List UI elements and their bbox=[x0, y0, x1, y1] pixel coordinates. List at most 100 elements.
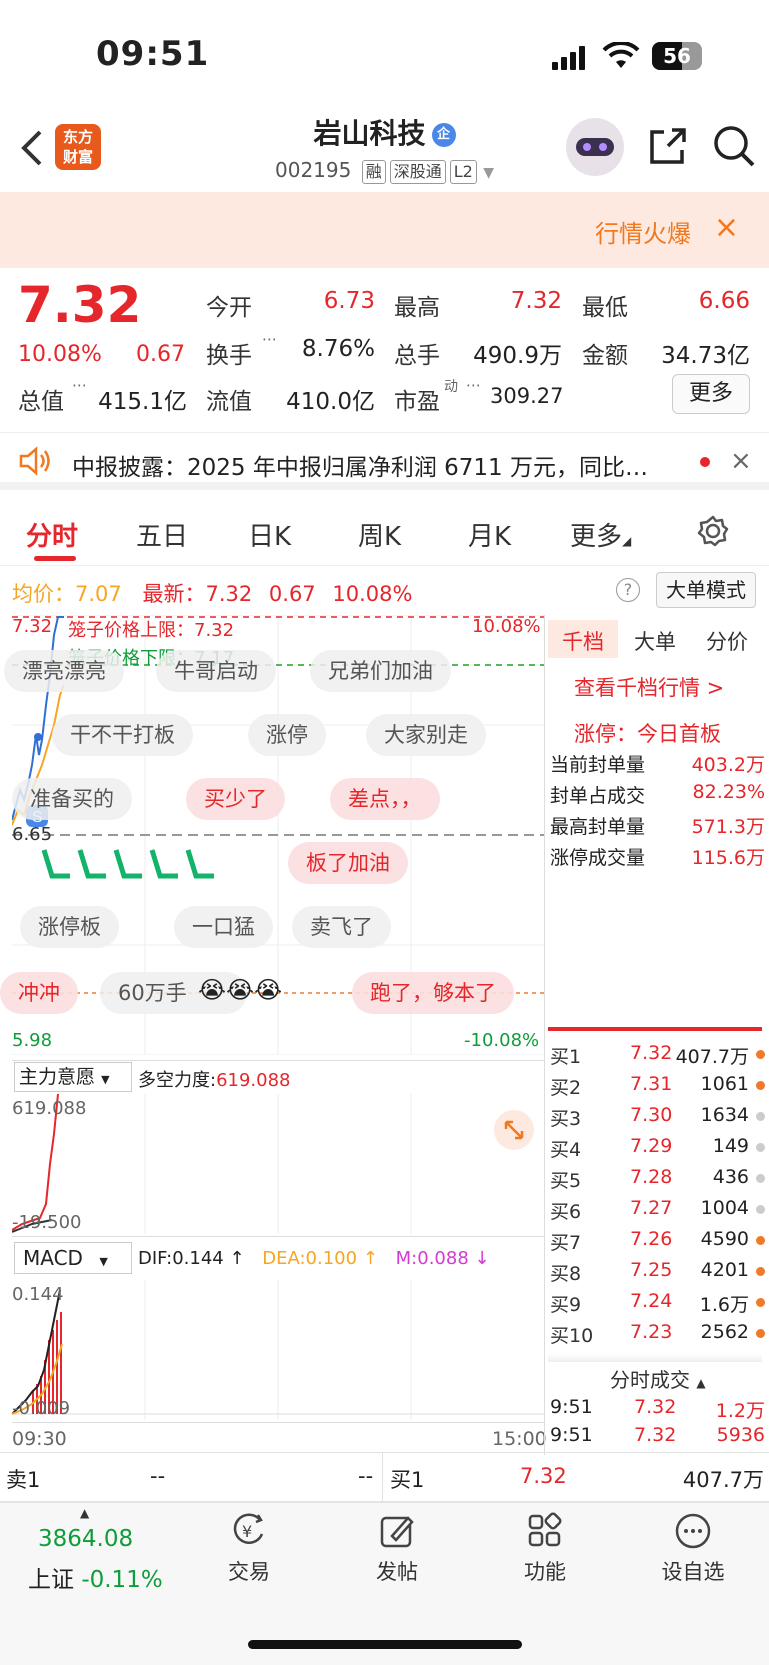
news-close-icon[interactable]: × bbox=[730, 446, 752, 476]
pe-label: 市盈 bbox=[394, 389, 440, 415]
info-icon[interactable]: ⋯ bbox=[262, 330, 277, 348]
info-icon[interactable]: ⋯ bbox=[466, 376, 481, 394]
side-tab-big-order[interactable]: 大单 bbox=[634, 626, 676, 656]
tab-more[interactable]: 更多◢ bbox=[570, 516, 631, 553]
expand-icon[interactable] bbox=[494, 1110, 534, 1150]
buy-level-row[interactable]: 买5 7.28 436 bbox=[550, 1166, 765, 1195]
settings-gear-icon[interactable] bbox=[696, 514, 730, 548]
trade-volume: 1.2万 bbox=[715, 1400, 765, 1422]
level-volume: 1634 bbox=[700, 1104, 749, 1126]
index-summary[interactable]: 上证 -0.11% bbox=[28, 1560, 163, 1594]
level-label: 买9 bbox=[550, 1294, 582, 1316]
tab-monthly-k[interactable]: 月K bbox=[468, 516, 511, 553]
tab-weekly-k[interactable]: 周K bbox=[358, 516, 401, 553]
stock-name: 岩山科技 bbox=[313, 117, 426, 150]
nav-trade[interactable]: ¥ 交易 bbox=[204, 1512, 294, 1586]
cage-upper-label: 笼子价格上限：7.32 bbox=[68, 620, 235, 641]
change-amount: 0.67 bbox=[136, 342, 185, 367]
big-order-mode-button[interactable]: 大单模式 bbox=[656, 572, 756, 608]
side-tab-thousand[interactable]: 千档 bbox=[562, 626, 604, 656]
avg-label: 均价： bbox=[12, 582, 75, 606]
fengban-label: 当前封单量 bbox=[550, 754, 646, 776]
assistant-robot-icon[interactable] bbox=[566, 118, 624, 176]
nav-functions[interactable]: 功能 bbox=[500, 1512, 590, 1586]
level-price: 7.27 bbox=[630, 1197, 673, 1219]
banner-text: 行情火爆 bbox=[595, 220, 691, 248]
indicator-select[interactable]: 主力意愿 ▼ bbox=[14, 1062, 132, 1092]
market-cap-label: 总值 bbox=[18, 389, 64, 415]
comment-bubble[interactable]: 牛哥启动 bbox=[156, 650, 276, 692]
emoji-bubble[interactable] bbox=[40, 846, 230, 880]
level-label: 买10 bbox=[550, 1325, 594, 1347]
comment-bubble[interactable]: 干不干打板 bbox=[52, 714, 193, 756]
comment-bubble[interactable]: 板了加油 bbox=[288, 842, 408, 884]
macd-chart[interactable] bbox=[12, 1280, 544, 1420]
level-dot-icon bbox=[756, 1298, 765, 1307]
indicator-chart[interactable] bbox=[12, 1094, 544, 1234]
pct-axis-bottom: -10.08% bbox=[464, 1030, 540, 1051]
buy-level-row[interactable]: 买2 7.31 1061 bbox=[550, 1073, 765, 1102]
battery-icon: 56 bbox=[652, 42, 702, 70]
time-axis-end: 15:00 bbox=[492, 1428, 547, 1450]
level-volume: 149 bbox=[712, 1135, 749, 1157]
level-price: 7.28 bbox=[630, 1166, 673, 1188]
open-value: 6.73 bbox=[323, 288, 375, 314]
buy-level-row[interactable]: 买7 7.26 4590 bbox=[550, 1228, 765, 1257]
current-price: 7.32 bbox=[18, 276, 142, 334]
comment-bubble[interactable]: 一口猛 bbox=[174, 906, 273, 948]
level-volume: 4201 bbox=[700, 1259, 749, 1281]
level-label: 买1 bbox=[550, 1046, 582, 1068]
turnover-label: 换手 bbox=[206, 343, 252, 369]
comment-bubble[interactable]: 涨停 bbox=[248, 714, 326, 756]
level-volume: 407.7万 bbox=[675, 1046, 749, 1068]
news-text[interactable]: 中报披露：2025 年中报归属净利润 6711 万元，同比… bbox=[72, 448, 648, 482]
tab-daily-k[interactable]: 日K bbox=[248, 516, 291, 553]
tab-intraday[interactable]: 分时 bbox=[26, 516, 78, 553]
dropdown-icon: ▼ bbox=[101, 1073, 110, 1086]
expand-up-icon[interactable]: ▲ bbox=[80, 1506, 89, 1520]
search-icon[interactable] bbox=[712, 124, 756, 168]
level-label: 买2 bbox=[550, 1077, 582, 1099]
buy-level-row[interactable]: 买8 7.25 4201 bbox=[550, 1259, 765, 1288]
buy1-price: 7.32 bbox=[520, 1464, 567, 1488]
macd-select[interactable]: MACD ▼ bbox=[14, 1242, 132, 1274]
view-thousand-link[interactable]: 查看千档行情 > bbox=[574, 672, 724, 702]
comment-bubble[interactable]: 卖飞了 bbox=[292, 906, 391, 948]
buy-level-row[interactable]: 买1 7.32 407.7万 bbox=[550, 1042, 765, 1071]
comment-bubble[interactable]: 漂亮漂亮 bbox=[4, 650, 124, 692]
trade-volume: 5936 bbox=[716, 1424, 765, 1446]
comment-bubble[interactable]: 准备买的 bbox=[12, 778, 132, 820]
trades-title[interactable]: 分时成交 ▲ bbox=[610, 1364, 706, 1393]
latest-pct: 10.08% bbox=[332, 582, 413, 606]
level-volume: 436 bbox=[712, 1166, 749, 1188]
banner-close-icon[interactable]: × bbox=[714, 210, 739, 245]
buy-level-row[interactable]: 买6 7.27 1004 bbox=[550, 1197, 765, 1226]
help-icon[interactable]: ? bbox=[616, 578, 640, 602]
macd-axis-bottom: -0.009 bbox=[12, 1398, 71, 1419]
comment-bubble[interactable]: 差点，， bbox=[330, 778, 440, 820]
comment-bubble[interactable]: 大家别走 bbox=[366, 714, 486, 756]
nav-post[interactable]: 发帖 bbox=[352, 1512, 442, 1586]
volume-label: 总手 bbox=[394, 343, 440, 369]
comment-bubble[interactable]: 买少了 bbox=[186, 778, 285, 820]
share-icon[interactable] bbox=[646, 124, 690, 168]
buy-level-row[interactable]: 买9 7.24 1.6万 bbox=[550, 1290, 765, 1319]
nav-watchlist[interactable]: 设自选 bbox=[648, 1512, 738, 1586]
more-quote-button[interactable]: 更多 bbox=[672, 374, 750, 414]
green-checkmarks-icon bbox=[41, 849, 214, 879]
macd-dif: DIF:0.144 ↑ bbox=[138, 1248, 245, 1269]
index-value[interactable]: 3864.08 bbox=[38, 1526, 133, 1552]
comment-bubble[interactable]: 跑了，够本了 bbox=[352, 972, 514, 1014]
comment-bubble[interactable]: 兄弟们加油 bbox=[310, 650, 451, 692]
buy-level-row[interactable]: 买10 7.23 2562 bbox=[550, 1321, 765, 1350]
buy-level-row[interactable]: 买4 7.29 149 bbox=[550, 1135, 765, 1164]
info-icon[interactable]: ⋯ bbox=[72, 376, 87, 394]
side-tab-price-dist[interactable]: 分价 bbox=[706, 626, 748, 656]
home-indicator[interactable] bbox=[248, 1640, 522, 1649]
time-axis-start: 09:30 bbox=[12, 1428, 67, 1450]
tab-five-day[interactable]: 五日 bbox=[136, 516, 188, 553]
wifi-icon bbox=[602, 42, 640, 68]
buy-level-row[interactable]: 买3 7.30 1634 bbox=[550, 1104, 765, 1133]
comment-bubble[interactable]: 涨停板 bbox=[20, 906, 119, 948]
comment-bubble[interactable]: 冲冲 bbox=[0, 972, 78, 1014]
